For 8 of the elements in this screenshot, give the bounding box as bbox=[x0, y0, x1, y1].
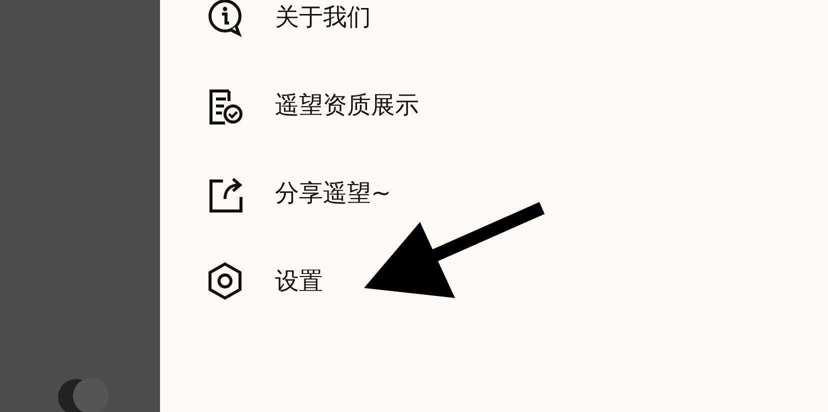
menu-item[interactable]: 分享遥望~ bbox=[205, 149, 828, 237]
menu-item[interactable]: 关于我们 bbox=[205, 0, 828, 61]
menu-item[interactable]: 遥望资质展示 bbox=[205, 61, 828, 149]
menu-label: 遥望资质展示 bbox=[275, 90, 419, 120]
menu-label: 设置 bbox=[275, 266, 323, 296]
menu-label: 关于我们 bbox=[275, 2, 371, 32]
menu-label: 分享遥望~ bbox=[275, 178, 392, 208]
menu-item[interactable]: 设置 bbox=[205, 237, 828, 325]
